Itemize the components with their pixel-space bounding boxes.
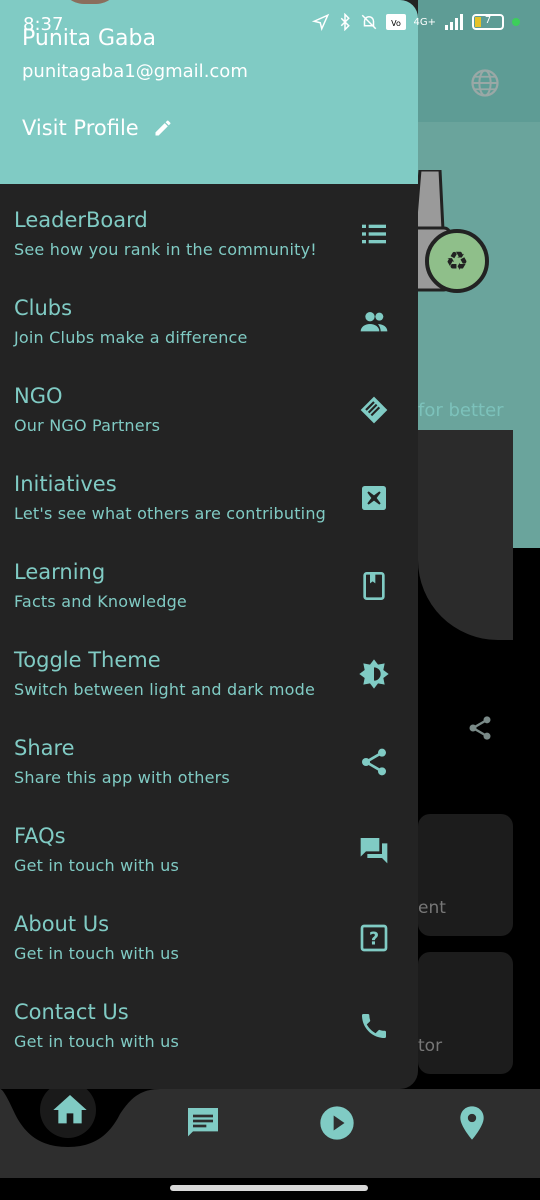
user-email: punitagaba1@gmail.com <box>22 61 248 82</box>
svg-text:♻: ♻ <box>445 247 468 277</box>
battery-level: 7 <box>484 15 492 26</box>
menu-item-subtitle: Get in touch with us <box>14 944 180 963</box>
network-type: 4G+ <box>413 16 437 28</box>
menu-item-subtitle: Let's see what others are contributing <box>14 504 327 523</box>
navigation-drawer: Punita Gaba punitagaba1@gmail.com Visit … <box>0 0 418 1089</box>
status-time: 8:37 <box>23 14 64 35</box>
help-box-icon: ? <box>360 924 388 952</box>
menu-item-learning[interactable]: Learning Facts and Knowledge <box>0 546 418 634</box>
menu-item-subtitle: Switch between light and dark mode <box>14 680 316 699</box>
menu-item-title: Initiatives <box>14 472 117 496</box>
home-icon[interactable] <box>50 1090 90 1130</box>
menu-item-subtitle: Get in touch with us <box>14 856 180 875</box>
menu-item-ngo[interactable]: NGO Our NGO Partners <box>0 370 418 458</box>
menu-item-leaderboard[interactable]: LeaderBoard See how you rank in the comm… <box>0 194 418 282</box>
svg-text:?: ? <box>369 930 379 950</box>
location-pin-icon[interactable] <box>452 1103 492 1143</box>
menu-item-title: Share <box>14 736 75 760</box>
hero-caption: for better <box>418 400 504 421</box>
menu-item-about-us[interactable]: About Us Get in touch with us ? <box>0 898 418 986</box>
menu-item-subtitle: Share this app with others <box>14 768 230 787</box>
mute-bell-icon <box>361 14 376 30</box>
menu-item-title: About Us <box>14 912 110 936</box>
menu-item-title: FAQs <box>14 824 66 848</box>
globe-icon[interactable] <box>470 68 500 98</box>
hero-curve <box>418 430 513 640</box>
bluetooth-icon <box>340 13 350 31</box>
volte-icon: Vo <box>385 14 406 30</box>
location-arrow-icon <box>311 13 329 31</box>
menu-item-title: NGO <box>14 384 63 408</box>
menu-item-title: Learning <box>14 560 106 584</box>
menu-item-title: Contact Us <box>14 1000 129 1024</box>
gesture-handle[interactable] <box>170 1185 368 1191</box>
visit-profile-button[interactable]: Visit Profile <box>22 116 173 140</box>
initiatives-icon <box>362 486 386 510</box>
leaderboard-list-icon <box>362 224 386 244</box>
menu-item-subtitle: Join Clubs make a difference <box>14 328 248 347</box>
brightness-icon <box>359 659 389 689</box>
menu-item-clubs[interactable]: Clubs Join Clubs make a difference <box>0 282 418 370</box>
feature-card-label: tor <box>418 1036 443 1056</box>
status-bar: 8:37 Vo 4G+ 7 <box>0 0 540 48</box>
play-icon[interactable] <box>317 1103 357 1143</box>
share-icon <box>362 748 386 776</box>
people-icon <box>360 312 388 332</box>
privacy-dot <box>512 18 520 26</box>
chat-icon[interactable] <box>183 1103 223 1143</box>
menu-item-toggle-theme[interactable]: Toggle Theme Switch between light and da… <box>0 634 418 722</box>
menu-item-contact-us[interactable]: Contact Us Get in touch with us <box>0 986 418 1074</box>
menu-item-subtitle: Facts and Knowledge <box>14 592 187 611</box>
drawer-menu: LeaderBoard See how you rank in the comm… <box>0 194 418 1074</box>
menu-item-subtitle: Our NGO Partners <box>14 416 161 435</box>
book-icon <box>363 572 385 600</box>
menu-item-share[interactable]: Share Share this app with others <box>0 722 418 810</box>
signal-icon <box>445 14 463 30</box>
share-icon[interactable] <box>466 714 494 742</box>
battery-icon: 7 <box>472 14 504 30</box>
handshake-icon <box>360 396 388 424</box>
visit-profile-label: Visit Profile <box>22 116 139 140</box>
menu-item-title: LeaderBoard <box>14 208 148 232</box>
feature-card-label: ent <box>418 898 446 918</box>
phone-icon <box>362 1014 386 1038</box>
menu-item-title: Toggle Theme <box>14 648 161 672</box>
status-icons: Vo 4G+ 7 <box>311 13 520 31</box>
menu-item-title: Clubs <box>14 296 73 320</box>
edit-pencil-icon <box>155 120 171 136</box>
menu-item-initiatives[interactable]: Initiatives Let's see what others are co… <box>0 458 418 546</box>
recycle-illustration: ♻ <box>405 170 489 293</box>
menu-item-subtitle: See how you rank in the community! <box>14 240 317 259</box>
forum-icon <box>360 838 388 864</box>
svg-text:Vo: Vo <box>391 19 401 28</box>
menu-item-subtitle: Get in touch with us <box>14 1032 180 1051</box>
menu-item-faqs[interactable]: FAQs Get in touch with us <box>0 810 418 898</box>
